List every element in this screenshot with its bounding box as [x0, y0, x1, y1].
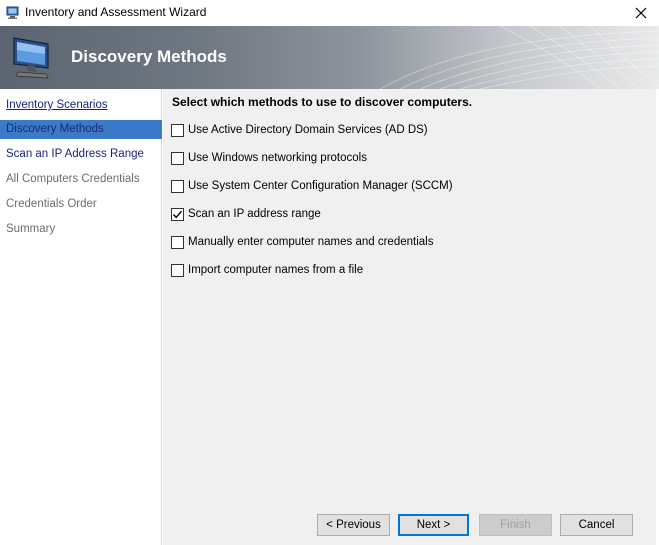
- nav-item-discovery-methods[interactable]: Discovery Methods: [0, 120, 162, 139]
- option-windows-networking[interactable]: Use Windows networking protocols: [171, 150, 367, 166]
- app-computer-icon: [5, 5, 21, 21]
- checkbox[interactable]: [171, 151, 184, 165]
- page-title: Discovery Methods: [71, 47, 227, 66]
- finish-button: Finish: [479, 514, 552, 536]
- instruction-text: Select which methods to use to discover …: [172, 95, 473, 109]
- checkbox[interactable]: [171, 235, 184, 249]
- next-button[interactable]: Next >: [398, 514, 469, 536]
- nav-item-credentials-order: Credentials Order: [6, 198, 97, 210]
- option-label: Use System Center Configuration Manager …: [188, 180, 453, 192]
- wizard-window: Inventory and Assessment Wizard Discover…: [0, 0, 659, 545]
- header-banner: Discovery Methods: [0, 26, 659, 89]
- content-panel: Select which methods to use to discover …: [163, 89, 659, 545]
- option-sccm[interactable]: Use System Center Configuration Manager …: [171, 178, 453, 194]
- option-scan-ip-range[interactable]: Scan an IP address range: [171, 206, 321, 222]
- option-ad-ds[interactable]: Use Active Directory Domain Services (AD…: [171, 122, 428, 138]
- option-import-file[interactable]: Import computer names from a file: [171, 262, 363, 278]
- option-label: Use Windows networking protocols: [188, 152, 367, 164]
- checkbox[interactable]: [171, 123, 184, 137]
- title-bar: Inventory and Assessment Wizard: [0, 0, 659, 26]
- computer-monitor-icon: [8, 34, 58, 80]
- option-manual-entry[interactable]: Manually enter computer names and creden…: [171, 234, 433, 250]
- checkbox[interactable]: [171, 179, 184, 193]
- close-icon[interactable]: [626, 1, 656, 25]
- option-label: Import computer names from a file: [188, 264, 364, 276]
- option-label: Manually enter computer names and creden…: [188, 236, 434, 248]
- window-title: Inventory and Assessment Wizard: [25, 5, 207, 19]
- nav-item-scan-ip-range[interactable]: Scan an IP Address Range: [0, 145, 162, 164]
- nav-item-summary: Summary: [6, 223, 56, 235]
- wizard-nav: Inventory Scenarios Discovery Methods Sc…: [0, 89, 162, 545]
- checkbox-checked[interactable]: [171, 207, 184, 221]
- cancel-button[interactable]: Cancel: [560, 514, 633, 536]
- nav-item-inventory-scenarios[interactable]: Inventory Scenarios: [0, 96, 162, 115]
- option-label: Use Active Directory Domain Services (AD…: [188, 124, 428, 136]
- nav-item-all-computers-credentials: All Computers Credentials: [6, 173, 140, 185]
- previous-button[interactable]: < Previous: [317, 514, 390, 536]
- option-label: Scan an IP address range: [188, 208, 321, 220]
- checkbox[interactable]: [171, 263, 184, 277]
- checkmark-icon: [172, 210, 183, 218]
